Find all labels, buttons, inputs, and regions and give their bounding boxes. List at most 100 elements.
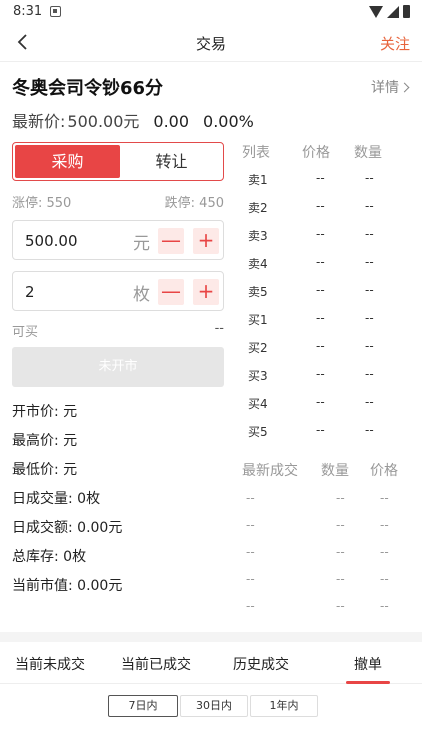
notification-icon: [50, 6, 61, 17]
order-book-row: 买4 -- --: [240, 388, 415, 416]
price-change-pct: 0.00%: [203, 112, 254, 131]
price-row: 最新价: 500.00元 0.00 0.00%: [12, 108, 268, 132]
price-stepper: 500.00 元 — +: [12, 220, 224, 260]
trade-price: --: [380, 545, 389, 559]
level-label: 买3: [248, 369, 268, 383]
price-unit: 元: [133, 234, 150, 254]
level-qty: --: [365, 423, 374, 437]
latest-price: 500.00元: [67, 112, 140, 131]
level-qty: --: [365, 171, 374, 185]
stat-open: 开市价: 元: [12, 404, 78, 420]
available-label: 可买: [12, 325, 39, 340]
level-label: 买5: [248, 425, 268, 439]
trade-row: -- -- --: [240, 590, 420, 617]
period-1y[interactable]: 1年内: [250, 695, 318, 717]
quantity-stepper: 2 枚 — +: [12, 271, 224, 311]
trade-price: --: [380, 572, 389, 586]
market-stats: 开市价: 元 最高价: 元 最低价: 元 日成交量: 0枚 日成交额: 0.00…: [12, 402, 122, 605]
trade-qty: --: [336, 599, 345, 613]
stat-inventory: 总库存: 0枚: [12, 549, 87, 565]
level-price: --: [316, 283, 325, 297]
level-label: 买2: [248, 341, 268, 355]
level-price: --: [316, 339, 325, 353]
limit-up: 涨停: 550: [12, 196, 72, 211]
system-icons: [369, 5, 410, 18]
col-price: 价格: [302, 145, 330, 161]
quantity-minus-button[interactable]: —: [158, 279, 184, 305]
col-list: 列表: [242, 145, 270, 161]
app-bar: 交易 关注: [0, 24, 422, 62]
product-name: 冬奥会司令钞66分: [12, 78, 164, 99]
tab-filled[interactable]: 当前已成交: [121, 654, 191, 674]
order-book-row: 买2 -- --: [240, 332, 415, 360]
period-7d[interactable]: 7日内: [108, 695, 178, 717]
col-qty: 数量: [354, 145, 382, 161]
trade-price: --: [380, 599, 389, 613]
trade-qty: --: [336, 572, 345, 586]
level-price: --: [316, 199, 325, 213]
stat-turnover: 日成交额: 0.00元: [12, 520, 123, 536]
wifi-icon: [369, 5, 383, 18]
level-qty: --: [365, 283, 374, 297]
col-trade-price: 价格: [370, 463, 398, 479]
level-qty: --: [365, 199, 374, 213]
level-label: 卖3: [248, 229, 268, 243]
level-label: 买1: [248, 313, 268, 327]
col-trade-qty: 数量: [321, 463, 349, 479]
trade-row: -- -- --: [240, 536, 420, 563]
level-qty: --: [365, 311, 374, 325]
order-tabs: 当前未成交 当前已成交 历史成交 撤单: [0, 642, 422, 684]
quantity-plus-button[interactable]: +: [193, 279, 219, 305]
trade-row: -- -- --: [240, 563, 420, 590]
tab-cancel-label: 撤单: [354, 657, 382, 673]
order-book-row: 卖1 -- --: [240, 164, 415, 192]
order-book-row: 卖5 -- --: [240, 276, 415, 304]
level-qty: --: [365, 395, 374, 409]
col-latest-trade: 最新成交: [242, 463, 298, 479]
order-book-row: 卖4 -- --: [240, 248, 415, 276]
trade-time: --: [246, 518, 255, 532]
battery-icon: [403, 5, 410, 18]
quantity-unit: 枚: [133, 285, 150, 305]
order-book-header: 列表 价格 数量: [240, 142, 415, 164]
chevron-right-icon: [399, 82, 410, 93]
level-price: --: [316, 423, 325, 437]
level-label: 卖1: [248, 173, 268, 187]
period-30d[interactable]: 30日内: [180, 695, 248, 717]
order-book-row: 买3 -- --: [240, 360, 415, 388]
price-minus-button[interactable]: —: [158, 228, 184, 254]
quantity-input[interactable]: 2: [25, 283, 35, 301]
level-qty: --: [365, 367, 374, 381]
trade-price: --: [380, 491, 389, 505]
level-price: --: [316, 171, 325, 185]
price-input[interactable]: 500.00: [25, 232, 78, 250]
level-price: --: [316, 367, 325, 381]
section-divider: [0, 632, 422, 642]
page-title: 交易: [195, 35, 226, 53]
tab-transfer[interactable]: 转让: [120, 145, 223, 178]
level-label: 卖2: [248, 201, 268, 215]
order-book-row: 买5 -- --: [240, 416, 415, 444]
trade-qty: --: [336, 518, 345, 532]
trade-row: -- -- --: [240, 482, 420, 509]
detail-link[interactable]: 详情: [371, 77, 410, 97]
submit-button[interactable]: 未开市: [12, 347, 224, 387]
price-label: 最新价:: [12, 112, 66, 131]
recent-trades-header: 最新成交 数量 价格: [240, 460, 420, 482]
trade-time: --: [246, 599, 255, 613]
order-book: 列表 价格 数量 卖1 -- -- 卖2 -- -- 卖3 -- -- 卖4 -- -- 卖5 -…: [240, 142, 415, 444]
tab-pending[interactable]: 当前未成交: [15, 654, 85, 674]
order-book-row: 卖3 -- --: [240, 220, 415, 248]
order-book-row: 买1 -- --: [240, 304, 415, 332]
trade-row: -- -- --: [240, 509, 420, 536]
signal-icon: [387, 5, 399, 18]
stat-high: 最高价: 元: [12, 433, 78, 449]
tab-cancel[interactable]: 撤单: [346, 654, 390, 684]
level-qty: --: [365, 227, 374, 241]
tab-buy[interactable]: 采购: [15, 145, 120, 178]
trade-type-toggle: 采购 转让: [12, 142, 224, 181]
price-plus-button[interactable]: +: [193, 228, 219, 254]
follow-button[interactable]: 关注: [380, 33, 410, 54]
stat-market-value: 当前市值: 0.00元: [12, 578, 123, 594]
tab-history[interactable]: 历史成交: [233, 654, 289, 674]
